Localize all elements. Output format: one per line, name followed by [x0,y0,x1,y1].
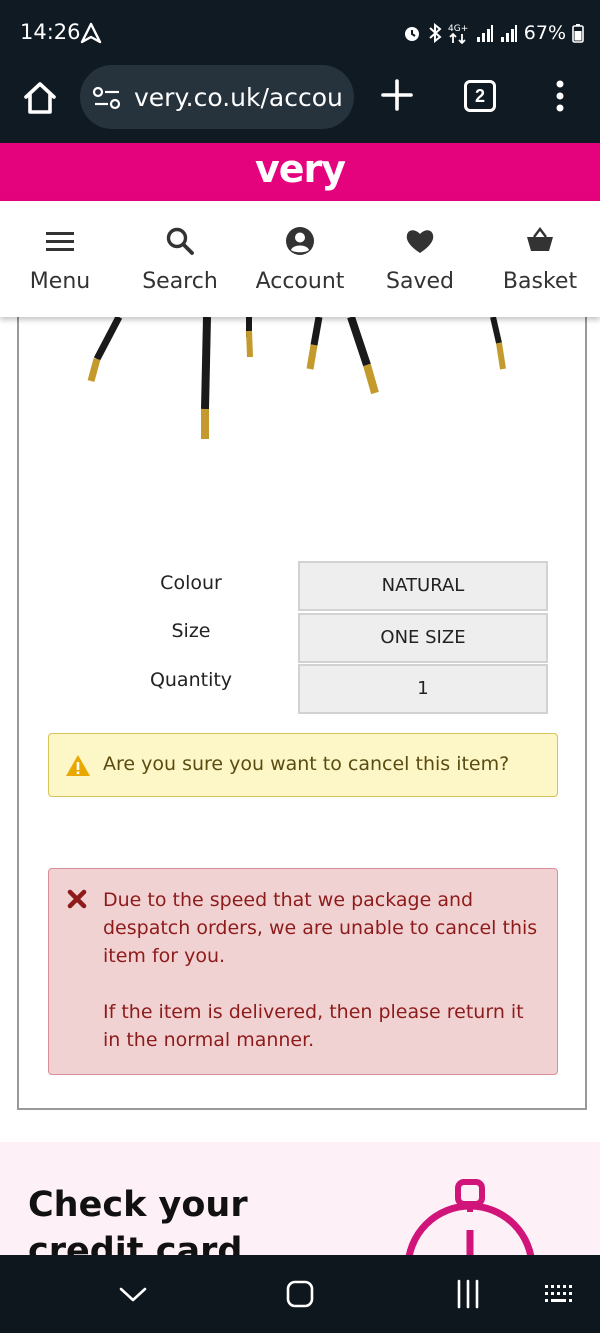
promo-heading: Check your credit card [28,1185,248,1256]
nav-basket-label: Basket [502,269,578,294]
status-bar: 14:26 4G+ 67% [0,0,600,62]
back-chevron-icon[interactable] [116,1277,150,1311]
battery-icon [572,24,584,43]
browser-toolbar: very.co.uk/account 2 [0,62,600,143]
cancel-confirmation-text: Are you sure you want to cancel this ite… [103,753,510,775]
nav-search-label: Search [142,269,218,294]
warning-icon [66,755,90,776]
colour-value: NATURAL [298,561,548,611]
home-button-icon[interactable] [283,1277,317,1311]
nav-menu-label: Menu [29,269,91,294]
cancel-error-text: Due to the speed that we package and des… [103,886,543,1054]
signal-icon-2 [500,25,517,42]
url-text[interactable]: very.co.uk/account [134,83,342,112]
very-logo[interactable]: very [0,147,600,191]
product-image [87,317,506,439]
home-icon[interactable] [20,78,60,118]
site-settings-icon[interactable] [92,85,122,111]
lte-icon: 4G+ [448,24,468,44]
bluetooth-icon [429,23,442,43]
credit-check-promo[interactable]: Check your credit card [0,1142,600,1256]
cancel-error-alert: Due to the speed that we package and des… [48,868,558,1075]
nav-menu[interactable]: Menu [0,201,120,317]
alarm-icon [404,27,419,41]
colour-label: Colour [160,572,222,594]
nav-saved[interactable]: Saved [360,201,480,317]
heart-icon [406,230,434,253]
nav-account[interactable]: Account [240,201,360,317]
nav-saved-label: Saved [386,269,454,294]
quantity-value: 1 [298,664,548,714]
status-icons: 4G+ 67% [402,20,584,46]
recent-apps-icon[interactable] [451,1277,485,1311]
status-time: 14:26 [20,20,81,44]
new-tab-icon[interactable] [380,78,414,112]
tab-switcher-button[interactable]: 2 [464,80,496,112]
brand-header: very [0,143,600,201]
address-bar[interactable]: very.co.uk/account [80,65,354,129]
error-message-line1: Due to the speed that we package and des… [103,889,538,967]
cancel-confirmation-alert: Are you sure you want to cancel this ite… [48,733,558,797]
nav-account-label: Account [255,269,345,294]
quantity-label: Quantity [149,669,233,691]
account-icon [286,227,314,255]
nav-search[interactable]: Search [120,201,240,317]
system-navigation-bar [0,1255,600,1333]
site-navigation: Menu Search Account Saved Basket [0,201,600,317]
battery-percent: 67% [523,22,566,44]
size-value: ONE SIZE [298,613,548,663]
more-options-icon[interactable] [548,76,572,116]
search-icon [166,227,194,255]
error-message-line2: If the item is delivered, then please re… [103,1001,524,1051]
svg-text:4G+: 4G+ [448,24,468,34]
order-item-card: Colour NATURAL Size ONE SIZE Quantity 1 … [17,300,587,1110]
navigation-arrow-icon [80,22,102,44]
gauge-icon [405,1179,535,1256]
size-label: Size [171,620,211,642]
hamburger-icon [46,232,74,251]
keyboard-icon[interactable] [543,1277,577,1311]
signal-icon [476,25,493,42]
error-cross-icon [67,889,87,909]
nav-basket[interactable]: Basket [480,201,600,317]
basket-icon [527,227,553,251]
